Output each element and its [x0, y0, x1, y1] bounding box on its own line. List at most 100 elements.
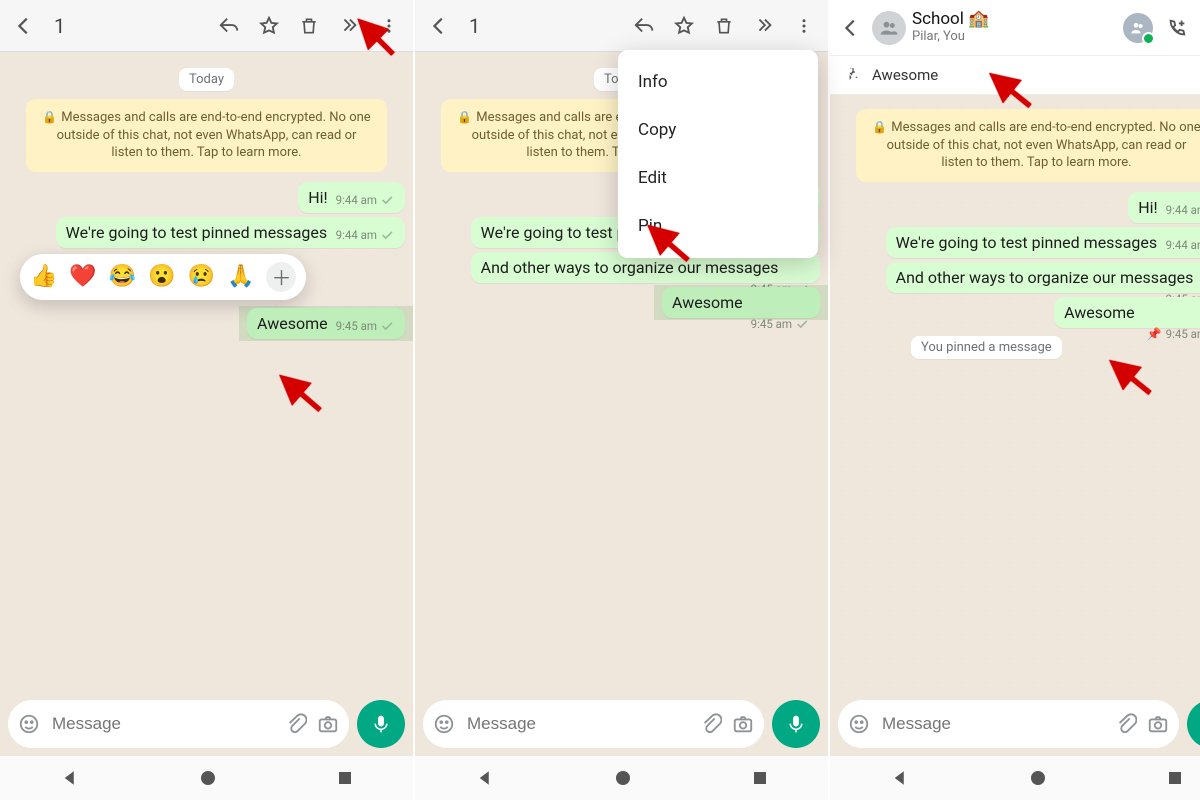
pinned-strip[interactable]: Awesome [830, 56, 1200, 95]
message-text: And other ways to organize our messages [896, 268, 1194, 287]
attach-icon[interactable] [700, 713, 722, 735]
message-time: 9:45 am [336, 319, 377, 333]
nav-home-icon[interactable] [1030, 770, 1046, 786]
message-organize[interactable]: And other ways to organize our messages … [886, 262, 1200, 293]
reaction-wow[interactable]: 😮 [148, 264, 175, 289]
message-test[interactable]: We're going to test pinned messages 9:44… [886, 227, 1200, 258]
date-chip: Today [179, 68, 234, 91]
attach-icon[interactable] [285, 713, 307, 735]
reaction-bar: 👍 ❤️ 😂 😮 😢 🙏 ＋ [12, 254, 401, 300]
camera-icon[interactable] [732, 713, 754, 735]
reaction-laugh[interactable]: 😂 [109, 264, 136, 289]
message-awesome-selected[interactable]: Awesome 9:45 am [247, 308, 405, 339]
group-avatar[interactable] [872, 11, 906, 45]
forward-button[interactable] [746, 8, 782, 44]
mic-button[interactable] [772, 700, 820, 748]
mic-button[interactable] [357, 700, 405, 748]
menu-info[interactable]: Info [618, 58, 818, 106]
screenshot-2-pin-menu: 1 Today 🔒Messages and calls are end-to-e… [415, 0, 830, 800]
mic-button[interactable] [1187, 700, 1200, 748]
message-text: Hi! [308, 188, 327, 207]
chat-header[interactable]: School 🏫 Pilar, You [830, 0, 1200, 56]
pin-icon [844, 67, 860, 83]
forward-button[interactable] [331, 8, 367, 44]
message-test[interactable]: We're going to test pinned messages 9:44… [56, 217, 405, 248]
message-text: Hi! [1138, 198, 1157, 217]
menu-edit[interactable]: Edit [618, 154, 818, 202]
nav-recent-icon[interactable] [1167, 770, 1183, 786]
lock-icon: 🔒 [872, 120, 887, 134]
message-text: Awesome [672, 293, 743, 312]
compose-input[interactable] [880, 713, 1105, 735]
emoji-icon[interactable] [18, 713, 40, 735]
reaction-sad[interactable]: 😢 [188, 264, 215, 289]
compose-box[interactable] [838, 700, 1179, 748]
reaction-pray[interactable]: 🙏 [227, 264, 254, 289]
nav-back-icon[interactable] [891, 769, 909, 787]
reaction-more[interactable]: ＋ [266, 262, 296, 292]
message-text: Awesome [1064, 303, 1135, 322]
chat-area[interactable]: 🔒Messages and calls are end-to-end encry… [830, 95, 1200, 692]
message-hi[interactable]: Hi! 9:44 am [298, 182, 405, 213]
message-awesome-selected[interactable]: Awesome 9:45 am [662, 287, 820, 318]
group-title: School 🏫 [912, 10, 989, 30]
lock-icon: 🔒 [42, 110, 57, 124]
check-icon [381, 195, 395, 205]
menu-copy[interactable]: Copy [618, 106, 818, 154]
nav-home-icon[interactable] [615, 770, 631, 786]
nav-home-icon[interactable] [200, 770, 216, 786]
camera-icon[interactable] [317, 713, 339, 735]
nav-recent-icon[interactable] [337, 770, 353, 786]
chat-area[interactable]: Today 🔒Messages and calls are end-to-end… [0, 52, 413, 692]
reply-button[interactable] [626, 8, 662, 44]
encryption-notice[interactable]: 🔒Messages and calls are end-to-end encry… [856, 109, 1200, 182]
back-button[interactable] [421, 8, 457, 44]
more-button[interactable] [786, 8, 822, 44]
message-text: And other ways to organize our messages [481, 258, 779, 277]
pin-indicator-icon: 📌 [1147, 327, 1162, 341]
compose-box[interactable] [8, 700, 349, 748]
selection-count: 1 [54, 14, 65, 38]
message-time: 9:44 am [1166, 238, 1200, 252]
emoji-icon[interactable] [433, 713, 455, 735]
pinned-text: Awesome [872, 66, 938, 84]
camera-icon[interactable] [1147, 713, 1169, 735]
message-text: We're going to test pinned messages [896, 233, 1157, 252]
back-button[interactable] [6, 8, 42, 44]
message-time: 9:45 am [1166, 327, 1200, 341]
composer [415, 692, 828, 756]
encryption-notice[interactable]: 🔒Messages and calls are end-to-end encry… [26, 99, 387, 172]
composer [830, 692, 1200, 756]
star-button[interactable] [251, 8, 287, 44]
nav-back-icon[interactable] [61, 769, 79, 787]
reaction-heart[interactable]: ❤️ [69, 264, 96, 289]
selection-topbar: 1 [415, 0, 828, 52]
message-awesome-pinned[interactable]: Awesome 📌 9:45 am [1054, 297, 1200, 328]
composer [0, 692, 413, 756]
selection-count: 1 [469, 14, 480, 38]
nav-back-icon[interactable] [476, 769, 494, 787]
message-hi[interactable]: Hi! 9:44 am [1128, 192, 1200, 223]
reply-button[interactable] [211, 8, 247, 44]
compose-input[interactable] [50, 713, 275, 735]
lock-icon: 🔒 [457, 110, 472, 124]
video-call-button[interactable] [1123, 13, 1153, 43]
message-time: 9:44 am [336, 193, 377, 207]
compose-box[interactable] [423, 700, 764, 748]
check-icon [381, 321, 395, 331]
star-button[interactable] [666, 8, 702, 44]
compose-input[interactable] [465, 713, 690, 735]
menu-pin[interactable]: Pin [618, 202, 818, 250]
delete-button[interactable] [706, 8, 742, 44]
more-button[interactable] [371, 8, 407, 44]
message-text: Awesome [257, 314, 328, 333]
emoji-icon[interactable] [848, 713, 870, 735]
add-call-button[interactable] [1159, 10, 1195, 46]
reaction-thumbs-up[interactable]: 👍 [30, 264, 57, 289]
attach-icon[interactable] [1115, 713, 1137, 735]
nav-recent-icon[interactable] [752, 770, 768, 786]
back-button[interactable] [836, 10, 866, 46]
delete-button[interactable] [291, 8, 327, 44]
message-text: We're going to test pinned messages [66, 223, 327, 242]
android-navbar [415, 756, 828, 800]
